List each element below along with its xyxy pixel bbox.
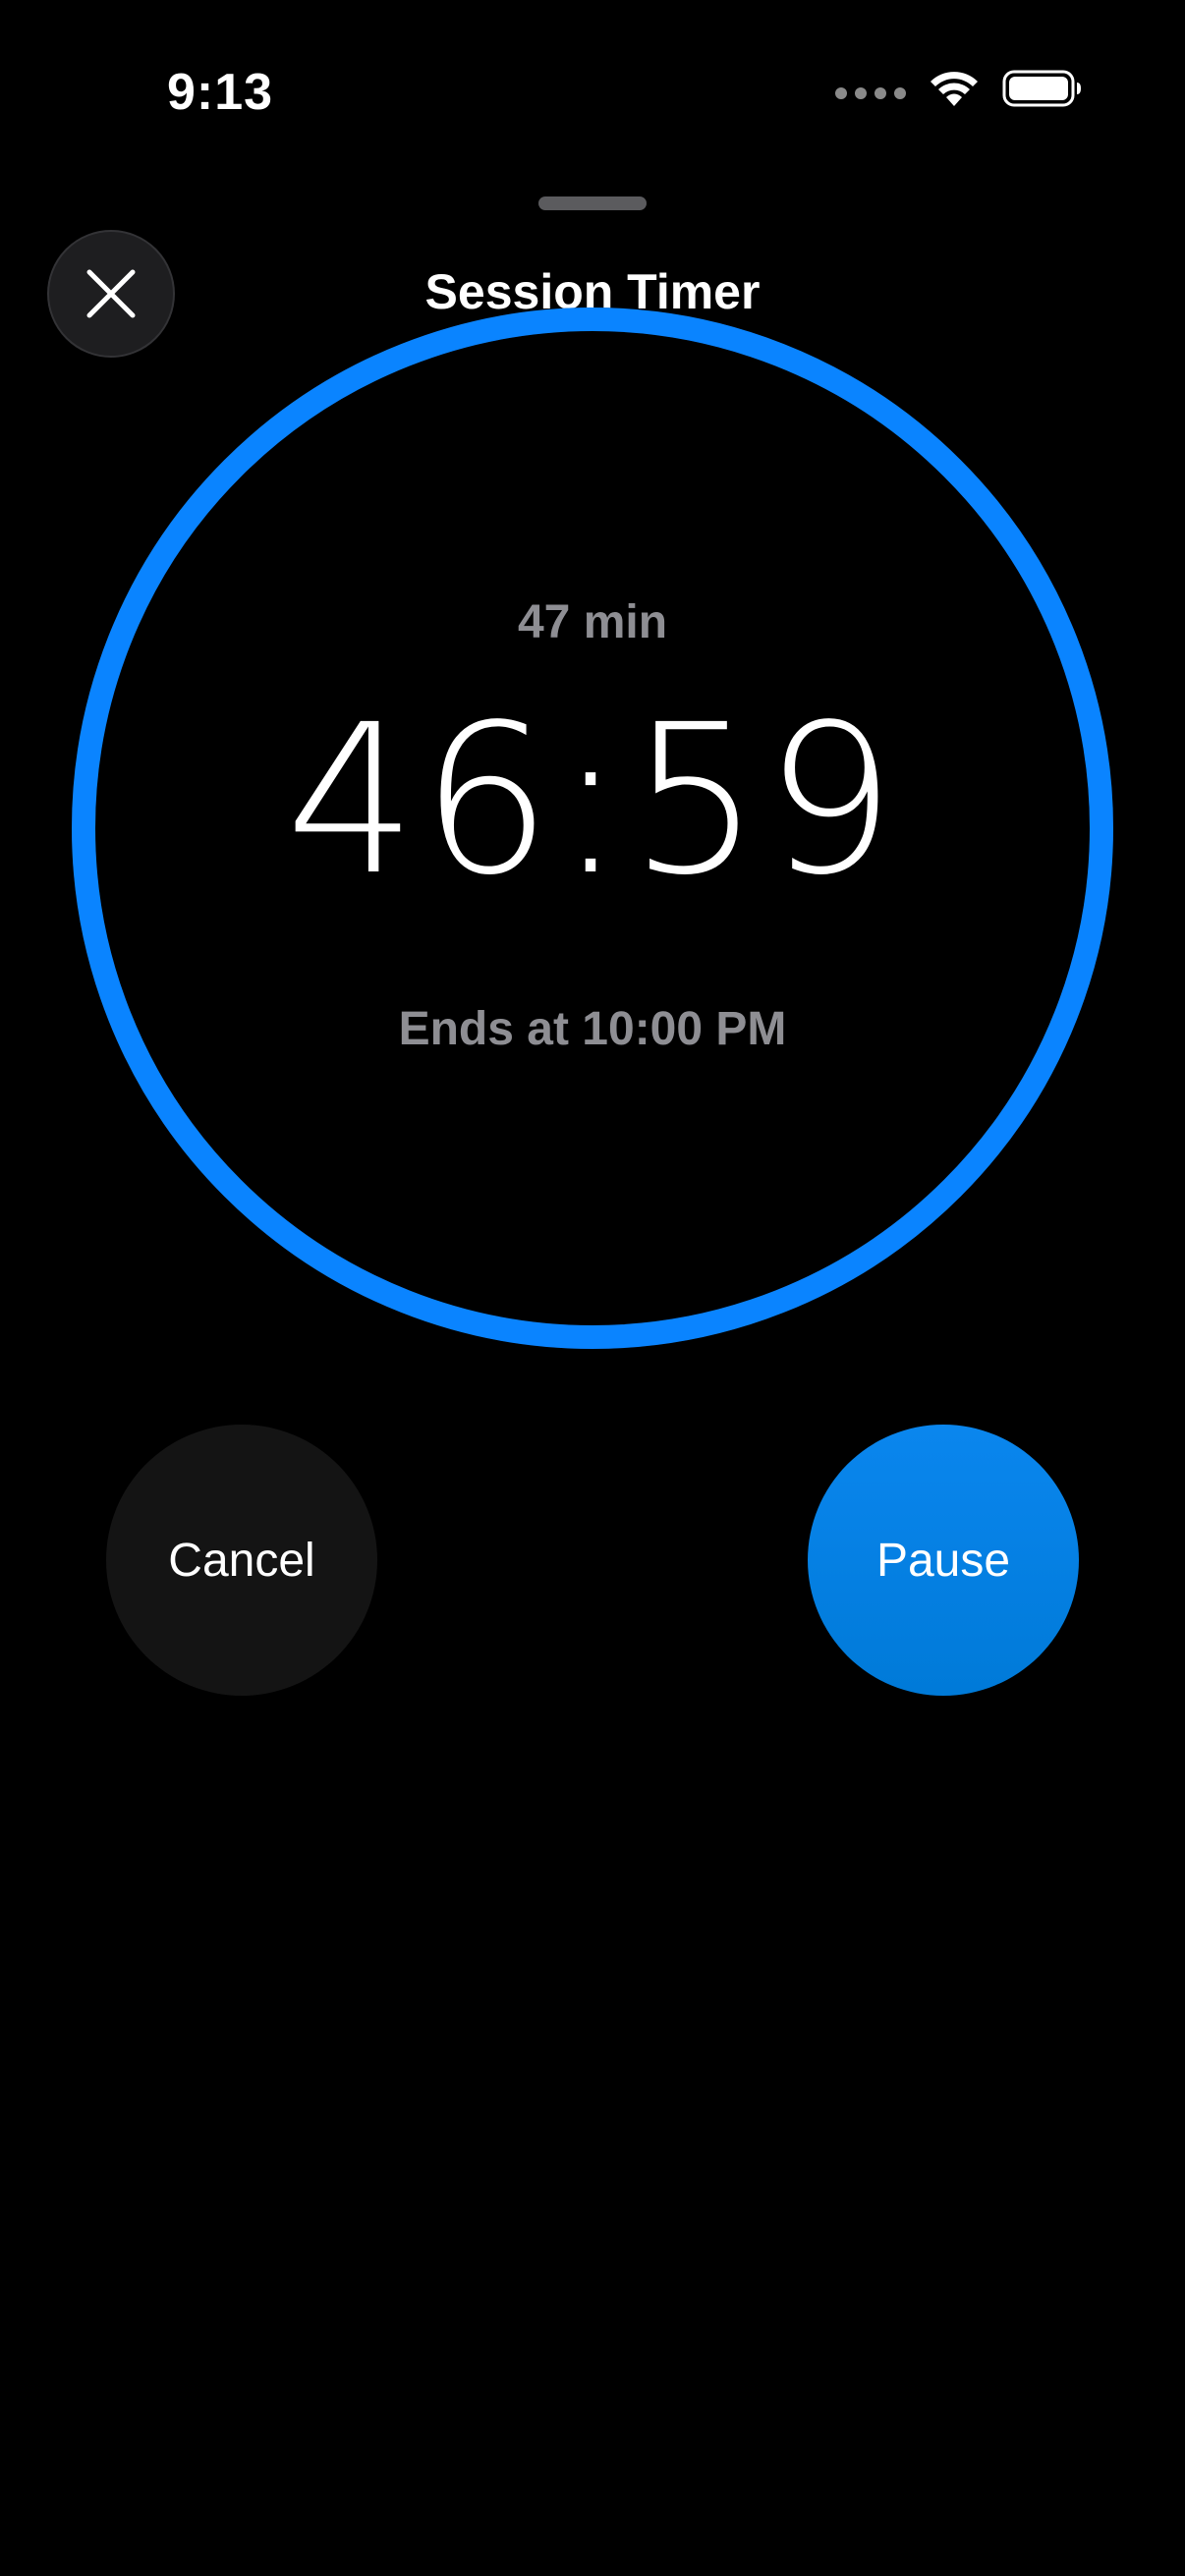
pause-button[interactable]: Pause [808, 1425, 1079, 1696]
cancel-button-label: Cancel [168, 1534, 315, 1587]
status-time: 9:13 [167, 64, 274, 121]
wifi-icon [931, 72, 978, 106]
countdown-display: 46:59 [285, 680, 900, 921]
end-time-label: Ends at 10:00 PM [398, 1003, 787, 1055]
cancel-button[interactable]: Cancel [106, 1425, 377, 1696]
battery-icon [1002, 70, 1081, 107]
pause-button-label: Pause [875, 1534, 1011, 1587]
sheet-grabber[interactable] [538, 196, 647, 210]
status-bar: 9:13 [0, 0, 1185, 187]
status-icons [835, 69, 1083, 108]
cellular-signal-icon [835, 87, 906, 99]
duration-label: 47 min [517, 596, 668, 648]
